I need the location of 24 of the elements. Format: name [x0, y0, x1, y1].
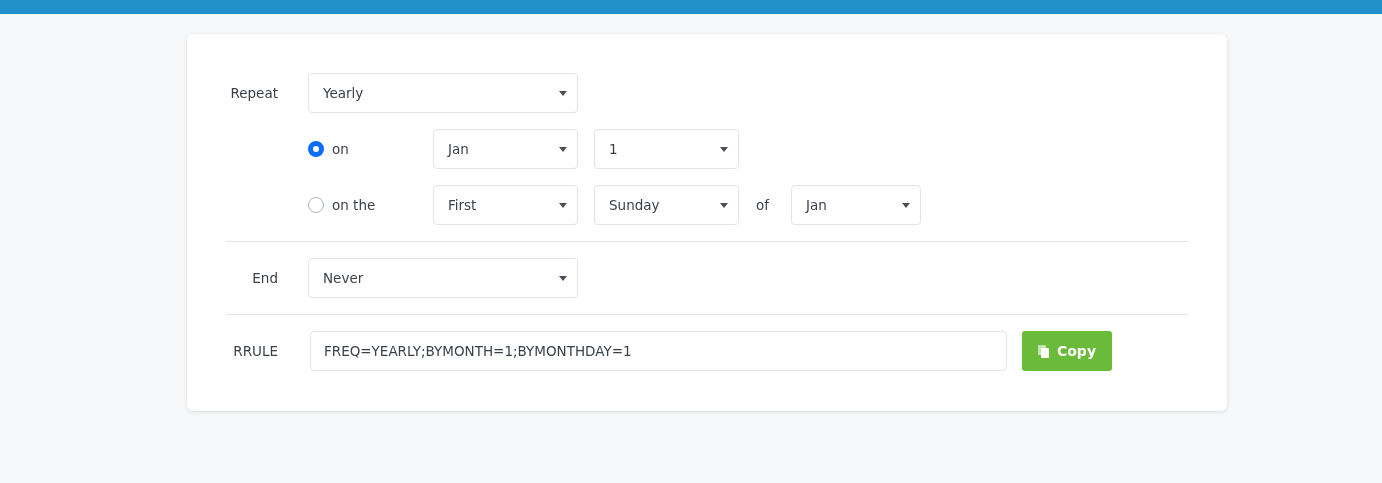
radio-button[interactable]: [308, 141, 324, 157]
caret-icon: [559, 275, 567, 281]
field-label: End: [251, 270, 278, 286]
caret-icon: [720, 146, 728, 152]
caret-icon: [559, 202, 567, 208]
radio-button[interactable]: [308, 197, 324, 213]
dropdown[interactable]: Yearly: [308, 73, 578, 113]
dropdown[interactable]: 1: [594, 129, 739, 169]
dropdown[interactable]: Sunday: [594, 185, 739, 225]
dropdown[interactable]: Never: [308, 258, 578, 298]
caret-icon: [559, 90, 567, 96]
dropdown[interactable]: Jan: [433, 129, 578, 169]
copy-icon: [1037, 344, 1049, 358]
dropdown[interactable]: Jan: [791, 185, 921, 225]
dropdown[interactable]: First: [433, 185, 578, 225]
option-label: on the: [332, 197, 376, 213]
field-label: Repeat: [229, 85, 278, 101]
caret-icon: [559, 146, 567, 152]
connector-text: of: [756, 197, 769, 213]
option-label: on: [332, 141, 349, 157]
rrule-field[interactable]: FREQ=YEARLY;BYMONTH=1;BYMONTHDAY=1: [310, 331, 1007, 371]
caret-icon: [902, 202, 910, 208]
caret-icon: [720, 202, 728, 208]
field-label: RRULE: [232, 343, 278, 359]
